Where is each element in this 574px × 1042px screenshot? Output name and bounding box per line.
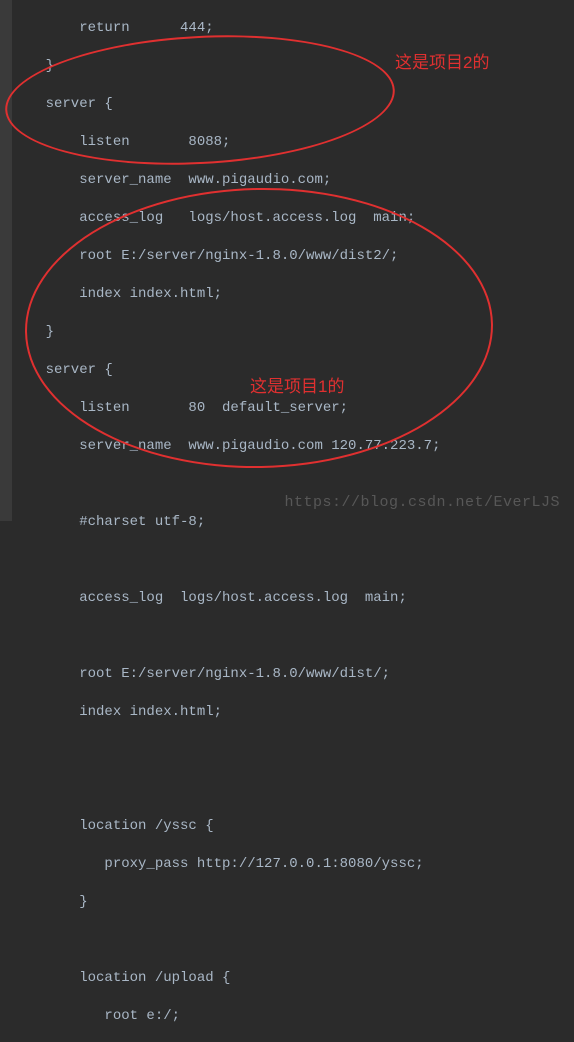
annotation-label-project1: 这是项目1的 bbox=[250, 372, 344, 397]
code-line: root e:/; bbox=[12, 1007, 440, 1026]
code-line: index index.html; bbox=[12, 285, 440, 304]
code-line bbox=[12, 551, 440, 570]
code-line: server_name www.pigaudio.com; bbox=[12, 171, 440, 190]
code-line: listen 80 default_server; bbox=[12, 399, 440, 418]
code-line: server { bbox=[12, 95, 440, 114]
code-line: } bbox=[12, 57, 440, 76]
code-line: location /yssc { bbox=[12, 817, 440, 836]
code-line bbox=[12, 475, 440, 494]
code-line bbox=[12, 779, 440, 798]
line-number-gutter bbox=[0, 0, 12, 521]
code-line: #charset utf-8; bbox=[12, 513, 440, 532]
code-line: root E:/server/nginx-1.8.0/www/dist2/; bbox=[12, 247, 440, 266]
code-line: listen 8088; bbox=[12, 133, 440, 152]
code-line: } bbox=[12, 323, 440, 342]
code-line bbox=[12, 741, 440, 760]
code-line: root E:/server/nginx-1.8.0/www/dist/; bbox=[12, 665, 440, 684]
code-line: server_name www.pigaudio.com 120.77.223.… bbox=[12, 437, 440, 456]
code-line: server { bbox=[12, 361, 440, 380]
code-line: return 444; bbox=[12, 19, 440, 38]
code-line bbox=[12, 931, 440, 950]
code-line: access_log logs/host.access.log main; bbox=[12, 589, 440, 608]
watermark-text: https://blog.csdn.net/EverLJS bbox=[284, 494, 560, 511]
code-line: index index.html; bbox=[12, 703, 440, 722]
annotation-label-project2: 这是项目2的 bbox=[395, 48, 489, 73]
code-line: proxy_pass http://127.0.0.1:8080/yssc; bbox=[12, 855, 440, 874]
code-line: location /upload { bbox=[12, 969, 440, 988]
code-line: } bbox=[12, 893, 440, 912]
code-block: return 444; } server { listen 8088; serv… bbox=[12, 0, 440, 1042]
code-line: access_log logs/host.access.log main; bbox=[12, 209, 440, 228]
code-line bbox=[12, 627, 440, 646]
